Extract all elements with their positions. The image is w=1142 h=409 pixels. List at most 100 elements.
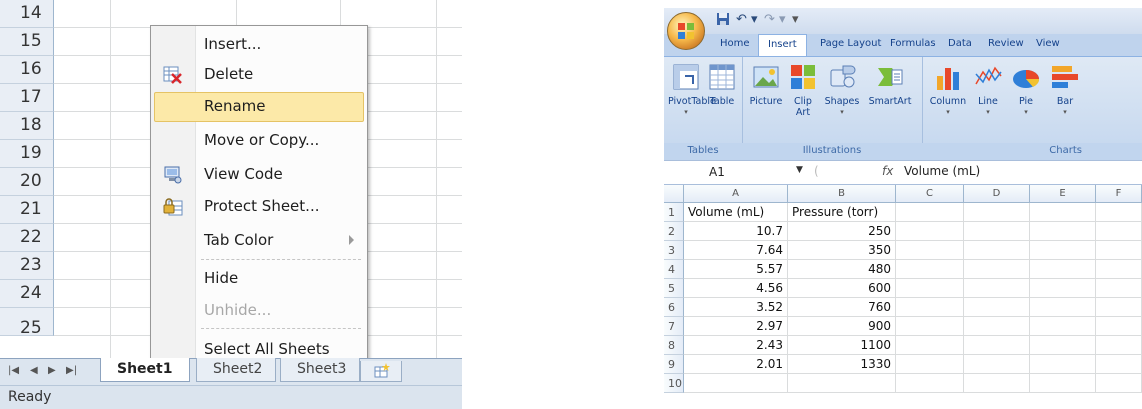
cell[interactable] bbox=[1096, 203, 1142, 222]
pressure-cell[interactable]: 600 bbox=[788, 279, 896, 298]
volume-cell[interactable]: 2.97 bbox=[684, 317, 788, 336]
menu-item-delete[interactable]: Delete bbox=[154, 60, 364, 90]
next-sheet-icon[interactable]: ▶ bbox=[48, 365, 56, 376]
row-header[interactable]: 10 bbox=[664, 374, 684, 393]
last-sheet-icon[interactable]: ▶| bbox=[66, 365, 77, 376]
cell[interactable] bbox=[1030, 203, 1096, 222]
cell[interactable] bbox=[964, 317, 1030, 336]
cell[interactable] bbox=[1030, 374, 1096, 393]
pressure-cell[interactable]: 250 bbox=[788, 222, 896, 241]
pivottable-button[interactable]: PivotTable ▾ bbox=[668, 62, 716, 118]
column-chart-button[interactable]: Column ▾ bbox=[928, 62, 968, 118]
row-header[interactable]: 1 bbox=[664, 203, 684, 222]
tab-formulas[interactable]: Formulas bbox=[890, 38, 936, 49]
row-header[interactable]: 8 bbox=[664, 336, 684, 355]
line-chart-button[interactable]: Line ▾ bbox=[972, 62, 1004, 118]
cell[interactable] bbox=[896, 298, 964, 317]
cell[interactable] bbox=[964, 374, 1030, 393]
cell[interactable] bbox=[1096, 374, 1142, 393]
cell[interactable] bbox=[1096, 336, 1142, 355]
row-header[interactable]: 25 bbox=[0, 308, 54, 338]
cell[interactable] bbox=[1096, 355, 1142, 374]
row-cells[interactable] bbox=[54, 0, 462, 28]
column-header-b[interactable]: B bbox=[788, 185, 896, 203]
smartart-button[interactable]: SmartArt bbox=[864, 62, 916, 107]
row-header[interactable]: 23 bbox=[0, 252, 54, 280]
cell[interactable] bbox=[1096, 260, 1142, 279]
redo-icon[interactable]: ↷ ▾ bbox=[764, 12, 786, 27]
row-header[interactable]: 17 bbox=[0, 84, 54, 112]
cell[interactable] bbox=[1030, 317, 1096, 336]
row-header[interactable]: 7 bbox=[664, 317, 684, 336]
column-header-d[interactable]: D bbox=[964, 185, 1030, 203]
row-header[interactable]: 4 bbox=[664, 260, 684, 279]
row-header[interactable]: 5 bbox=[664, 279, 684, 298]
select-all-corner[interactable] bbox=[664, 185, 684, 203]
insert-worksheet-button[interactable] bbox=[360, 361, 402, 382]
cell[interactable] bbox=[896, 260, 964, 279]
column-header-f[interactable]: F bbox=[1096, 185, 1142, 203]
cell[interactable] bbox=[964, 241, 1030, 260]
volume-cell[interactable]: 2.43 bbox=[684, 336, 788, 355]
insert-function-icon[interactable]: fx bbox=[882, 164, 893, 178]
volume-cell[interactable]: 2.01 bbox=[684, 355, 788, 374]
cell[interactable] bbox=[896, 279, 964, 298]
cell[interactable] bbox=[1030, 355, 1096, 374]
row-header[interactable]: 21 bbox=[0, 196, 54, 224]
menu-item-hide[interactable]: Hide bbox=[154, 264, 364, 294]
cell[interactable] bbox=[684, 374, 788, 393]
menu-item-tab-color[interactable]: Tab Color bbox=[154, 226, 364, 256]
row-header[interactable]: 9 bbox=[664, 355, 684, 374]
name-box[interactable]: A1 bbox=[664, 163, 794, 182]
cell[interactable] bbox=[964, 355, 1030, 374]
cell[interactable] bbox=[964, 222, 1030, 241]
pie-chart-button[interactable]: Pie ▾ bbox=[1008, 62, 1044, 118]
sheet-tab-sheet1[interactable]: Sheet1 bbox=[100, 358, 190, 382]
cell[interactable] bbox=[896, 203, 964, 222]
row-header[interactable]: 18 bbox=[0, 112, 54, 140]
sheet-tab-sheet3[interactable]: Sheet3 bbox=[280, 358, 360, 382]
cell[interactable] bbox=[964, 279, 1030, 298]
pressure-cell[interactable]: 760 bbox=[788, 298, 896, 317]
pressure-cell[interactable]: 1100 bbox=[788, 336, 896, 355]
menu-item-protect-sheet[interactable]: Protect Sheet... bbox=[154, 192, 364, 222]
cell[interactable] bbox=[964, 336, 1030, 355]
undo-icon[interactable]: ↶ ▾ bbox=[736, 12, 758, 27]
column-header-e[interactable]: E bbox=[1030, 185, 1096, 203]
row-header[interactable]: 6 bbox=[664, 298, 684, 317]
cell[interactable] bbox=[896, 355, 964, 374]
cell-b1[interactable]: Pressure (torr) bbox=[788, 203, 896, 222]
cell[interactable] bbox=[1096, 298, 1142, 317]
row-header[interactable]: 22 bbox=[0, 224, 54, 252]
picture-button[interactable]: Picture bbox=[748, 62, 784, 107]
cell[interactable] bbox=[1030, 260, 1096, 279]
cell-a1[interactable]: Volume (mL) bbox=[684, 203, 788, 222]
previous-sheet-icon[interactable]: ◀ bbox=[30, 365, 38, 376]
cell[interactable] bbox=[964, 298, 1030, 317]
quick-access-customize-icon[interactable]: ▾ bbox=[792, 12, 799, 27]
cell[interactable] bbox=[896, 222, 964, 241]
menu-item-move-or-copy[interactable]: Move or Copy... bbox=[154, 126, 364, 156]
name-box-dropdown-icon[interactable]: ▼ bbox=[796, 165, 803, 175]
volume-cell[interactable]: 3.52 bbox=[684, 298, 788, 317]
tab-home[interactable]: Home bbox=[720, 38, 750, 49]
cell[interactable] bbox=[964, 260, 1030, 279]
row-header[interactable]: 24 bbox=[0, 280, 54, 308]
formula-input[interactable]: Volume (mL) bbox=[904, 164, 980, 178]
tab-view[interactable]: View bbox=[1036, 38, 1060, 49]
pressure-cell[interactable]: 350 bbox=[788, 241, 896, 260]
tab-insert[interactable]: Insert bbox=[758, 34, 807, 56]
cell[interactable] bbox=[1030, 336, 1096, 355]
save-icon[interactable] bbox=[716, 12, 730, 30]
volume-cell[interactable]: 10.7 bbox=[684, 222, 788, 241]
cell[interactable] bbox=[1030, 241, 1096, 260]
row-header[interactable]: 19 bbox=[0, 140, 54, 168]
cell[interactable] bbox=[1030, 222, 1096, 241]
row-header[interactable]: 2 bbox=[664, 222, 684, 241]
cell[interactable] bbox=[1030, 279, 1096, 298]
row-header[interactable]: 20 bbox=[0, 168, 54, 196]
cell[interactable] bbox=[896, 336, 964, 355]
sheet-tab-sheet2[interactable]: Sheet2 bbox=[196, 358, 276, 382]
row-header[interactable]: 16 bbox=[0, 56, 54, 84]
cell[interactable] bbox=[964, 203, 1030, 222]
